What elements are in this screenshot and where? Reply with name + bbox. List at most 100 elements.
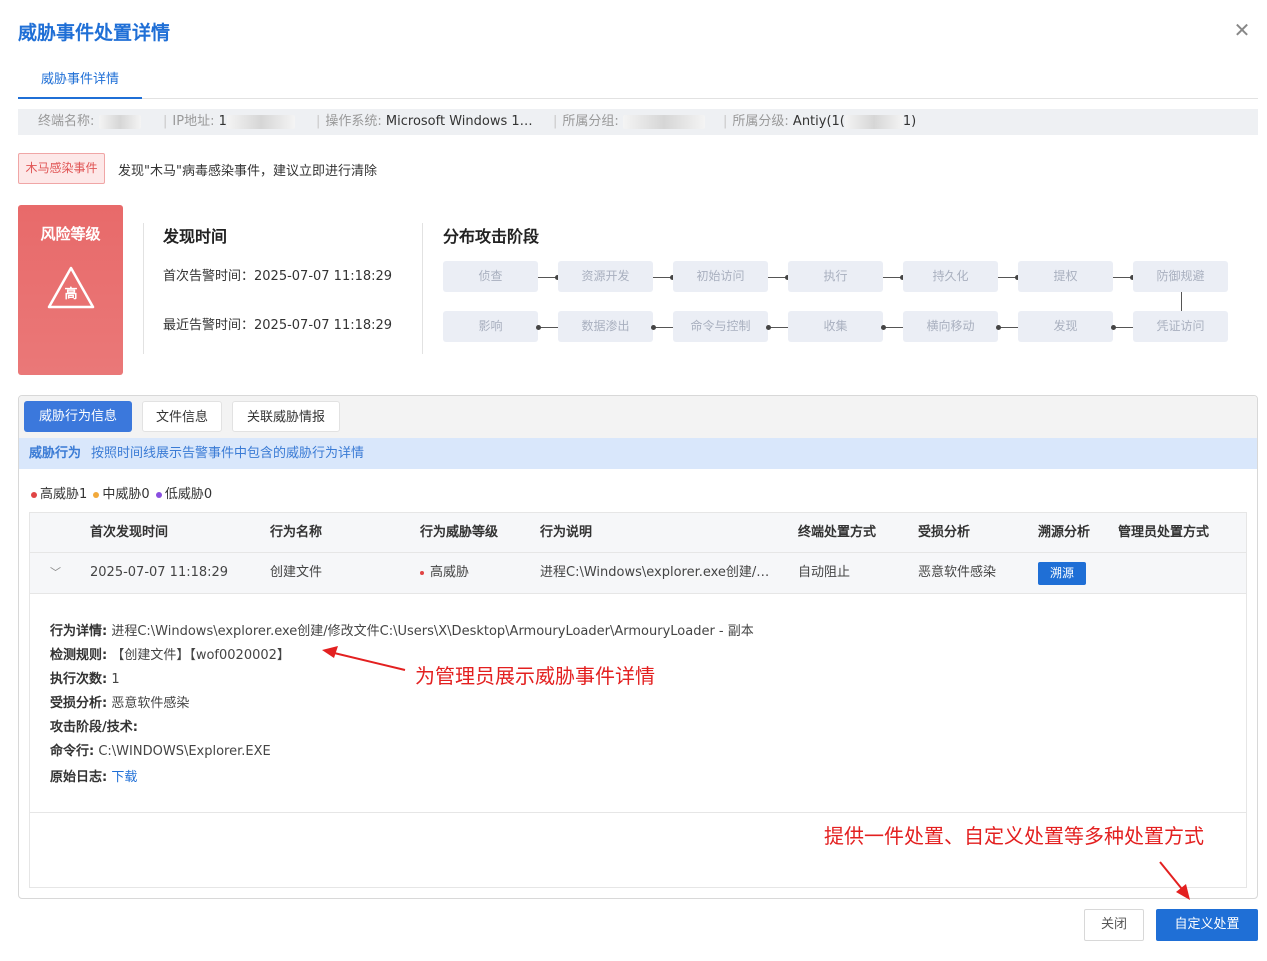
annotation-action: 提供一件处置、自定义处置等多种处置方式 <box>824 824 1204 848</box>
col-trace: 溯源分析 <box>1038 525 1091 540</box>
chevron-down-icon[interactable]: ﹀ <box>50 553 61 593</box>
attack-stages-title: 分布攻击阶段 <box>443 227 540 246</box>
detail-key: 受损分析: <box>50 696 108 711</box>
stage-connector <box>998 326 1018 328</box>
group-label: 所属分组: <box>562 114 619 129</box>
col-terminal-action: 终端处置方式 <box>798 525 877 540</box>
detail-key: 原始日志: <box>50 770 108 785</box>
col-damage: 受损分析 <box>918 525 971 540</box>
cell-threat-level: 高威胁 <box>420 553 469 593</box>
description-title: 威胁行为 <box>29 446 82 461</box>
cell-terminal-action: 自动阻止 <box>798 565 851 580</box>
col-threat-level: 行为威胁等级 <box>420 525 499 540</box>
high-threat-dot-icon <box>420 570 424 575</box>
annotation-detail: 为管理员展示威胁事件详情 <box>415 664 655 688</box>
detail-key: 检测规则: <box>50 648 108 663</box>
attack-stage-top-5: 提权 <box>1018 261 1113 292</box>
stage-connector-dot-icon <box>536 324 541 330</box>
col-first-time: 首次发现时间 <box>90 525 169 540</box>
tab-threat-event-detail[interactable]: 威胁事件详情 <box>18 60 142 99</box>
masked-value <box>844 114 903 129</box>
masked-value <box>622 114 705 129</box>
terminal-level: | 所属分级: Antiy(1(1) <box>723 114 917 129</box>
detail-value: 1 <box>111 672 120 687</box>
detail-tabbar: 威胁事件详情 <box>18 60 1258 99</box>
stage-connector-dot-icon <box>1111 324 1116 330</box>
risk-level-card: 风险等级 高 <box>18 205 123 375</box>
table-row[interactable]: ﹀ 2025-07-07 11:18:29 创建文件 高威胁 进程C:\Wind… <box>30 553 1246 594</box>
detail-value: 进程C:\Windows\explorer.exe创建/修改文件C:\Users… <box>111 624 754 639</box>
attack-stage-bottom-4: 横向移动 <box>903 311 998 342</box>
tab-threat-behavior[interactable]: 威胁行为信息 <box>24 401 132 432</box>
last-alert-time: 最近告警时间：2025-07-07 11:18:29 <box>163 318 393 333</box>
masked-value <box>98 114 141 129</box>
detail-stage: 攻击阶段/技术: <box>50 716 138 735</box>
stage-connector-dot-icon <box>651 324 656 330</box>
risk-level-value: 高 <box>64 287 78 302</box>
stage-connector <box>538 326 558 328</box>
divider <box>143 223 144 354</box>
os-label: 操作系统: <box>325 114 382 129</box>
cell-description: 进程C:\Windows\explorer.exe创建/… <box>540 565 770 580</box>
high-threat-dot-icon <box>31 491 37 498</box>
attack-stage-bottom-5: 发现 <box>1018 311 1113 342</box>
attack-stage-bottom-2: 命令与控制 <box>673 311 768 342</box>
detail-behavior: 行为详情: 进程C:\Windows\explorer.exe创建/修改文件C:… <box>50 620 754 639</box>
stage-connector <box>1113 326 1133 328</box>
close-icon[interactable]: ✕ <box>1232 20 1252 40</box>
os-value: Microsoft Windows 1… <box>385 114 533 129</box>
tab-file-info[interactable]: 文件信息 <box>142 401 222 432</box>
terminal-name-label: 终端名称: <box>38 114 95 129</box>
tab-threat-intel[interactable]: 关联威胁情报 <box>232 401 340 432</box>
detail-key: 命令行: <box>50 744 95 759</box>
attack-stage-bottom-3: 收集 <box>788 311 883 342</box>
col-admin-action: 管理员处置方式 <box>1118 525 1210 540</box>
discovery-time-title: 发现时间 <box>163 227 228 246</box>
attack-stage-bottom-6: 凭证访问 <box>1133 311 1228 342</box>
legend-medium: 中威胁0 <box>102 487 150 502</box>
trace-button[interactable]: 溯源 <box>1038 562 1086 585</box>
panel-tabbar: 威胁行为信息 文件信息 关联威胁情报 <box>19 396 1257 438</box>
download-log-link[interactable]: 下载 <box>111 770 137 785</box>
low-threat-dot-icon <box>155 491 162 498</box>
legend-high: 高威胁1 <box>40 487 88 502</box>
detail-value: 【创建文件】【wof0020002】 <box>111 648 290 663</box>
detail-count: 执行次数: 1 <box>50 668 120 687</box>
custom-action-button[interactable]: 自定义处置 <box>1156 909 1258 941</box>
attack-stage-top-2: 初始访问 <box>673 261 768 292</box>
terminal-info-bar: 终端名称: | IP地址: 1 | 操作系统: Microsoft Windows … <box>18 109 1258 135</box>
detail-value: C:\WINDOWS\Explorer.EXE <box>98 744 271 759</box>
operating-system: | 操作系统: Microsoft Windows 1… <box>316 114 533 129</box>
level-value-suffix: 1) <box>902 114 917 129</box>
close-button[interactable]: 关闭 <box>1084 909 1144 941</box>
table-header: 首次发现时间 行为名称 行为威胁等级 行为说明 终端处置方式 受损分析 溯源分析… <box>30 513 1246 553</box>
ip-value: 1 <box>218 114 227 129</box>
attack-stage-top-0: 侦查 <box>443 261 538 292</box>
col-behavior-desc: 行为说明 <box>540 525 593 540</box>
description-text: 按照时间线展示告警事件中包含的威胁行为详情 <box>91 446 365 461</box>
detail-log: 原始日志: 下载 <box>50 766 137 785</box>
stage-connector-dot-icon <box>766 324 771 330</box>
event-message: 发现"木马"病毒感染事件，建议立即进行清除 <box>118 164 377 179</box>
first-alert-time: 首次告警时间：2025-07-07 11:18:29 <box>163 269 393 284</box>
attack-stage-top-6: 防御规避 <box>1133 261 1228 292</box>
row-detail: 行为详情: 进程C:\Windows\explorer.exe创建/修改文件C:… <box>30 594 1246 813</box>
detail-key: 执行次数: <box>50 672 108 687</box>
behavior-description-bar: 威胁行为 按照时间线展示告警事件中包含的威胁行为详情 <box>19 438 1257 469</box>
dialog-title: 威胁事件处置详情 <box>18 22 171 44</box>
attack-stage-bottom-0: 影响 <box>443 311 538 342</box>
ip-label: IP地址: <box>172 114 215 129</box>
attack-stage-top-1: 资源开发 <box>558 261 653 292</box>
detail-damage: 受损分析: 恶意软件感染 <box>50 692 189 711</box>
event-type-badge: 木马感染事件 <box>18 153 105 184</box>
level-value-prefix: Antiy(1( <box>792 114 845 129</box>
ip-address: | IP地址: 1 <box>158 109 295 135</box>
level-label: 所属分级: <box>732 114 789 129</box>
stage-connector <box>768 326 788 328</box>
medium-threat-dot-icon <box>93 491 100 498</box>
terminal-name: 终端名称: <box>38 109 141 135</box>
masked-value <box>226 114 295 129</box>
attack-stage-top-4: 持久化 <box>903 261 998 292</box>
attack-stage-bottom-1: 数据渗出 <box>558 311 653 342</box>
detail-key: 攻击阶段/技术: <box>50 720 138 735</box>
